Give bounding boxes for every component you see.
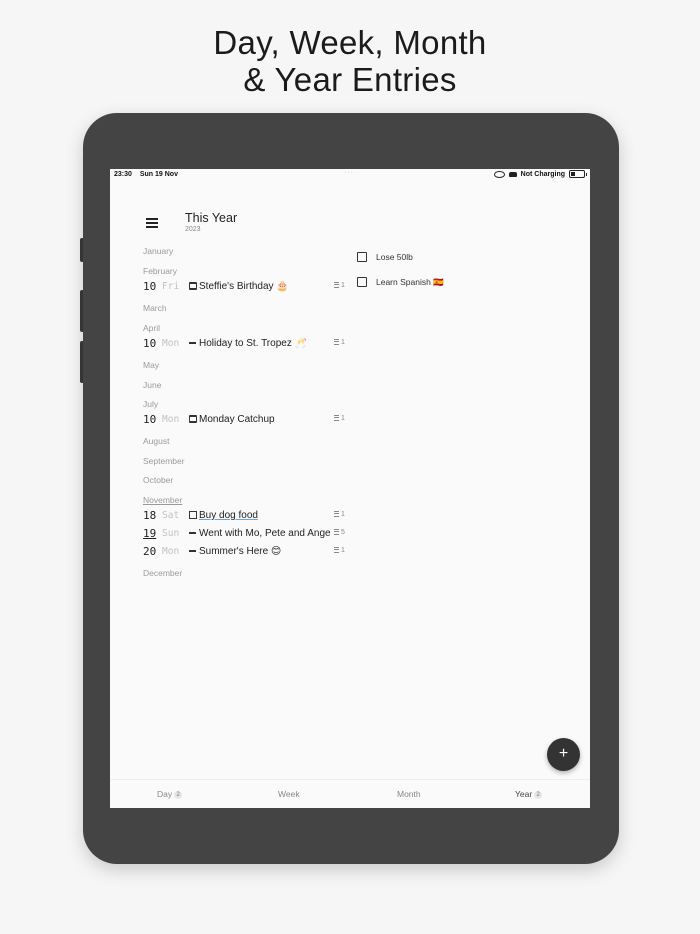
entry-weekday: Sun [162,528,180,539]
headline-line-2: & Year Entries [243,61,457,98]
list-item[interactable]: 10 Mon Holiday to St. Tropez 🥂 1 [143,337,353,351]
entry-count-value: 1 [341,282,345,289]
goal-text: Lose 50lb [376,252,413,262]
entry-weekday: Mon [162,414,180,425]
list-item[interactable]: 10 Fri Steffie's Birthday 🎂 1 [143,280,353,294]
entry-text: Steffie's Birthday 🎂 [199,281,289,292]
entry-day-number: 10 [143,337,157,350]
entry-text: Buy dog food [199,510,258,521]
entry-weekday: Fri [162,281,180,292]
page-title: This Year [185,211,238,225]
month-august[interactable]: August [143,436,169,446]
tab-week[interactable]: Week [278,789,300,799]
entry-note-count[interactable]: 1 [334,511,345,518]
tab-day[interactable]: Day 2 [157,789,183,799]
checkbox-icon[interactable] [357,252,367,262]
list-item[interactable]: 10 Mon Monday Catchup 1 [143,413,353,427]
month-july[interactable]: July [143,399,158,409]
entry-text: Monday Catchup [199,414,275,425]
headline: Day, Week, Month & Year Entries [0,24,700,98]
month-september[interactable]: September [143,456,185,466]
tab-bar: Day 2 Week Month Year 2 [110,779,590,808]
month-may[interactable]: May [143,360,159,370]
entry-count-value: 1 [341,339,345,346]
eye-icon [493,170,505,178]
entry-note-count[interactable]: 1 [334,415,345,422]
entry-note-count[interactable]: 1 [334,282,345,289]
status-time: 23:30 [114,171,132,178]
list-icon [334,415,339,422]
list-item[interactable]: 20 Mon Summer's Here 😊 1 [143,545,353,559]
list-icon [334,339,339,346]
checkbox-icon[interactable] [189,511,197,519]
goal-text: Learn Spanish 🇪🇸 [376,277,444,287]
list-item[interactable]: 19 Sun Went with Mo, Pete and Ange 5 [143,527,353,541]
month-december[interactable]: December [143,568,182,578]
entry-count-value: 5 [341,529,345,536]
entry-day-number: 18 [143,509,157,522]
month-march[interactable]: March [143,303,167,313]
tab-month-label: Month [397,789,421,799]
month-february[interactable]: February [143,266,177,276]
month-october[interactable]: October [143,475,173,485]
list-item[interactable]: 18 Sat Buy dog food 1 [143,509,353,523]
list-icon [334,282,339,289]
tab-year[interactable]: Year 2 [515,789,543,799]
status-date: Sun 19 Nov [139,171,178,178]
page-subtitle-year: 2023 [185,226,201,233]
tab-month[interactable]: Month [397,789,421,799]
entry-day-number: 20 [143,545,157,558]
battery-icon [569,170,585,178]
multitask-dots[interactable]: ··· [344,169,354,176]
checkbox-icon[interactable] [357,277,367,287]
tab-day-badge: 2 [174,790,183,799]
month-january[interactable]: January [143,246,173,256]
car-icon [508,171,517,177]
entry-weekday: Sat [162,510,180,521]
tab-year-label: Year [515,789,533,799]
entry-text: Summer's Here 😊 [199,546,282,557]
calendar-icon [189,415,197,423]
list-icon [334,511,339,518]
entry-day-number: 10 [143,280,157,293]
entry-count-value: 1 [341,511,345,518]
app-screen: 23:30 Sun 19 Nov ··· Not Charging This Y… [110,169,590,808]
headline-line-1: Day, Week, Month [213,24,487,61]
month-april[interactable]: April [143,323,160,333]
entry-day-number-today: 19 [143,527,157,540]
entry-count-value: 1 [341,547,345,554]
entry-count-value: 1 [341,415,345,422]
tab-day-label: Day [157,789,173,799]
tab-year-badge: 2 [534,790,543,799]
status-bar: 23:30 Sun 19 Nov ··· Not Charging [110,169,590,181]
entry-day-number: 10 [143,413,157,426]
tab-week-label: Week [278,789,300,799]
list-icon [334,529,339,536]
entry-text: Went with Mo, Pete and Ange [199,528,331,539]
dash-icon [189,550,196,552]
hamburger-menu-icon[interactable] [146,218,158,228]
add-entry-button[interactable]: + [547,738,580,771]
dash-icon [189,342,196,344]
month-june[interactable]: June [143,380,161,390]
month-november[interactable]: November [143,495,182,505]
list-icon [334,547,339,554]
entry-weekday: Mon [162,546,180,557]
dash-icon [189,532,196,534]
entry-note-count[interactable]: 5 [334,529,345,536]
calendar-icon [189,282,197,290]
entry-note-count[interactable]: 1 [334,339,345,346]
entry-weekday: Mon [162,338,180,349]
charging-status: Not Charging [520,170,565,178]
entry-note-count[interactable]: 1 [334,547,345,554]
entry-text: Holiday to St. Tropez 🥂 [199,338,308,349]
